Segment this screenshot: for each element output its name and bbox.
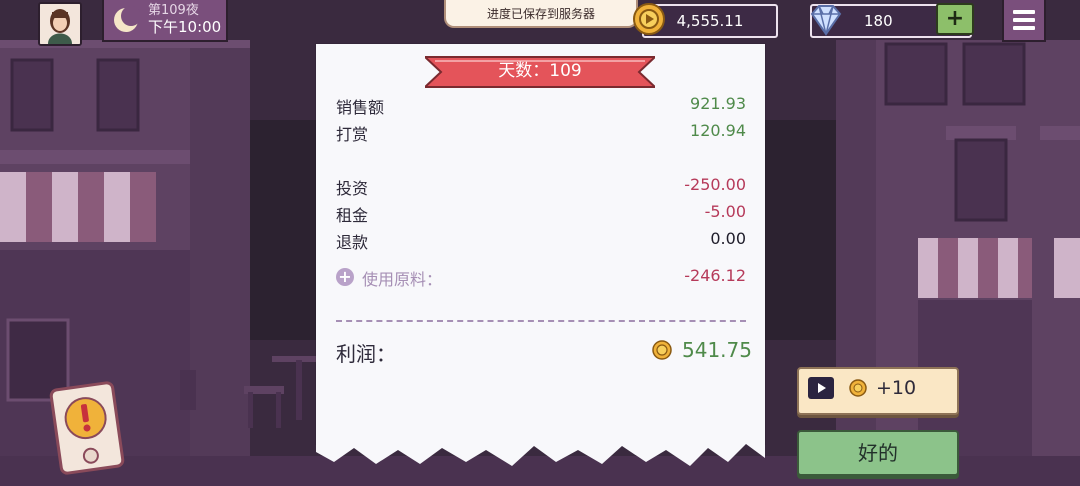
receipt-divider: [336, 320, 746, 322]
night-indicator: 第109夜 下午10:00: [102, 0, 228, 42]
ok-button[interactable]: 好的: [797, 430, 959, 476]
gem-icon: [810, 5, 842, 36]
row-value: -250.00: [684, 175, 746, 194]
row-value: 0.00: [710, 229, 746, 248]
receipt-torn-edge: [316, 432, 765, 466]
expand-plus-icon[interactable]: +: [336, 268, 354, 286]
video-play-icon: [808, 377, 834, 399]
add-gems-button[interactable]: +: [936, 3, 974, 35]
row-label: 使用原料：: [362, 270, 443, 289]
receipt-row-ingredients[interactable]: + 使用原料： -246.12: [336, 266, 746, 290]
avatar-portrait-icon: [40, 4, 80, 44]
coin-icon: [633, 3, 665, 35]
receipt-row-rent: 租金 -5.00: [336, 202, 746, 226]
save-status-toast: 进度已保存到服务器: [444, 0, 638, 28]
row-value: 921.93: [690, 94, 746, 113]
moon-icon: [114, 6, 140, 32]
row-value: 120.94: [690, 121, 746, 140]
receipt-row-refund: 退款 0.00: [336, 229, 746, 253]
row-value: -5.00: [704, 202, 746, 221]
profit-value: 541.75: [682, 338, 752, 362]
receipt-row-sales: 销售额 921.93: [336, 94, 746, 118]
row-label: 租金: [336, 206, 369, 225]
day-title: 天数：109: [498, 61, 582, 81]
row-label: 销售额: [336, 98, 385, 117]
row-value: -246.12: [684, 266, 746, 285]
clock-time: 下午10:00: [148, 18, 222, 36]
row-label: 打赏: [336, 125, 369, 144]
profit-label: 利润：: [336, 342, 396, 366]
coin-icon: [849, 379, 867, 397]
menu-icon: [1013, 10, 1035, 14]
receipt-row-tips: 打赏 120.94: [336, 121, 746, 145]
receipt-row-investment: 投资 -250.00: [336, 175, 746, 199]
row-label: 退款: [336, 233, 369, 252]
menu-button[interactable]: [1002, 0, 1046, 42]
gem-balance-value: 180: [864, 12, 893, 30]
coin-balance-value: 4,555.11: [676, 12, 744, 30]
night-count: 第109夜: [148, 3, 199, 18]
row-label: 投资: [336, 179, 369, 198]
alert-icon[interactable]: [48, 380, 126, 476]
player-avatar[interactable]: [38, 2, 82, 46]
ad-reward-amount: +10: [876, 377, 917, 399]
coin-icon: [652, 340, 672, 360]
